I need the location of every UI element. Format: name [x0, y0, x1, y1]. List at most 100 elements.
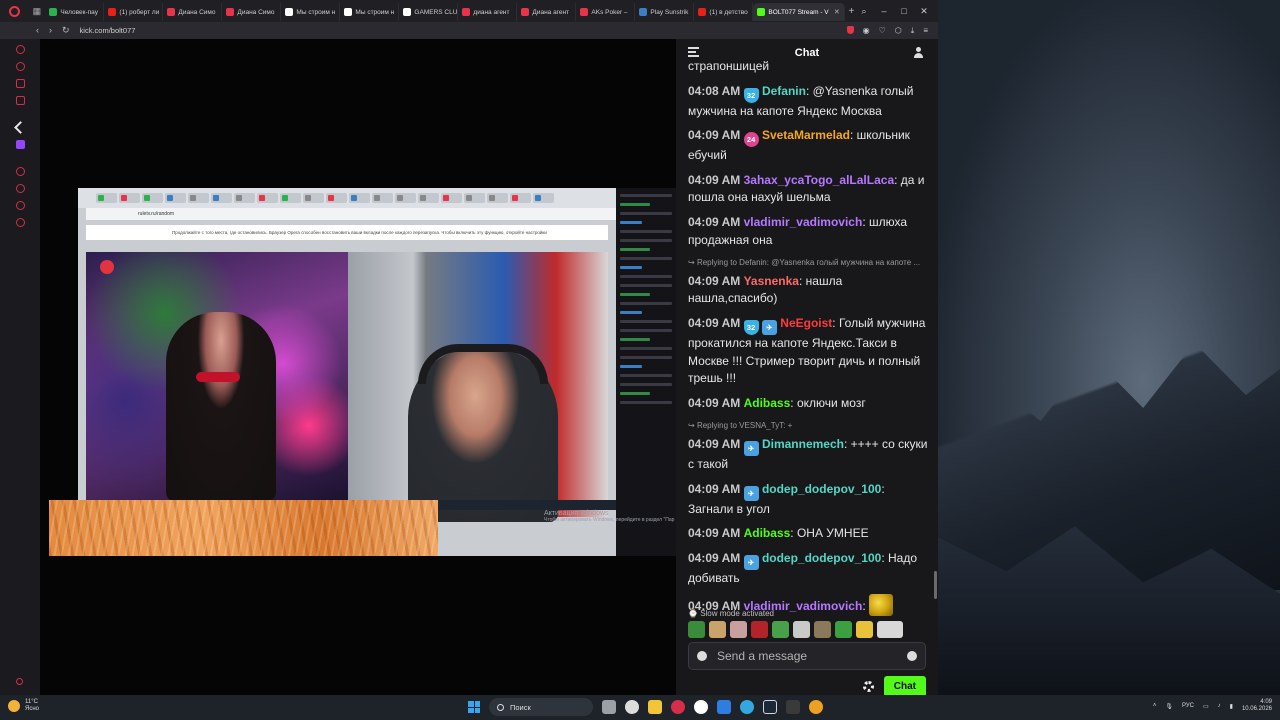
cube-icon[interactable]: ⬡: [895, 26, 902, 36]
battery-icon[interactable]: ▮: [1230, 703, 1233, 710]
og-badge-icon[interactable]: ✈: [761, 319, 777, 335]
send-chat-button[interactable]: Chat: [883, 676, 926, 697]
og-badge-icon[interactable]: ✈: [743, 485, 759, 501]
task-view-icon[interactable]: [602, 700, 616, 714]
message-username[interactable]: NeEgoist: [780, 316, 832, 330]
message-username[interactable]: Yasnenka: [744, 274, 799, 288]
message-username[interactable]: dodep_dodepov_100: [762, 551, 881, 565]
pinboard-icon[interactable]: [15, 201, 25, 210]
reply-context[interactable]: ↪ Replying to Defanin: @Yasnenka голый м…: [688, 254, 928, 272]
subscriber-badge-icon[interactable]: 32: [743, 319, 759, 335]
windows-start-icon[interactable]: [468, 701, 480, 713]
weather-widget[interactable]: 11°C Ясно: [8, 699, 39, 713]
easy-setup-icon[interactable]: ≡: [923, 26, 928, 36]
quick-emote-icon[interactable]: [730, 621, 747, 638]
tray-chevron-icon[interactable]: ˄: [1153, 703, 1157, 709]
tab[interactable]: AKs Poker –: [576, 3, 636, 21]
tab[interactable]: диана агент: [458, 3, 518, 21]
opera-menu-button[interactable]: [0, 0, 28, 22]
og-badge-icon[interactable]: ✈: [743, 440, 759, 456]
tab[interactable]: (1) роберт ли: [104, 3, 164, 21]
message-username[interactable]: SvetaMarmelad: [762, 128, 850, 142]
quick-emote-icon[interactable]: [835, 621, 852, 638]
message-username[interactable]: 3ahax_ycaTogo_alLalLaca: [744, 173, 895, 187]
reply-context[interactable]: ↪ Replying to VESNA_TyT: +: [688, 417, 928, 435]
network-icon[interactable]: ▭: [1203, 703, 1209, 710]
reload-icon[interactable]: ↻: [62, 25, 70, 36]
language-indicator[interactable]: РУС: [1182, 703, 1194, 709]
adblock-shield-icon[interactable]: [846, 25, 854, 34]
volume-icon[interactable]: ♪: [1218, 703, 1221, 709]
chat-input[interactable]: [717, 649, 907, 663]
users-icon[interactable]: [914, 47, 926, 58]
settings-icon[interactable]: [15, 218, 25, 227]
new-tab-button[interactable]: +: [845, 6, 858, 17]
aria-icon[interactable]: [15, 45, 25, 54]
todo-icon[interactable]: [717, 700, 731, 714]
camera-icon[interactable]: ◉: [863, 26, 870, 36]
bookmarks-icon[interactable]: [15, 184, 25, 193]
emoji-icon[interactable]: [907, 651, 917, 661]
back-icon[interactable]: ‹: [36, 25, 39, 36]
collapse-chat-icon[interactable]: [688, 47, 699, 57]
quick-emote-icon[interactable]: [751, 621, 768, 638]
mic-icon[interactable]: 🎙: [1165, 703, 1173, 710]
tab[interactable]: Play Sunstrik: [635, 3, 695, 21]
vk-icon[interactable]: [15, 96, 25, 105]
chat-identity-icon[interactable]: [697, 651, 707, 661]
xbox-icon[interactable]: [625, 700, 639, 714]
quick-emote-icon[interactable]: [793, 621, 810, 638]
quick-emote-icon[interactable]: [814, 621, 831, 638]
message-username[interactable]: Adibass: [744, 526, 791, 540]
explorer-icon[interactable]: [648, 700, 662, 714]
heart-icon[interactable]: ♡: [879, 26, 886, 36]
message-username[interactable]: Dimannemech: [762, 437, 844, 451]
search-tabs-icon[interactable]: ⌕: [858, 6, 870, 17]
opera-taskbar-icon[interactable]: [671, 700, 685, 714]
steam-icon[interactable]: [763, 700, 777, 714]
close-window-button[interactable]: ✕: [918, 6, 930, 17]
download-icon[interactable]: ⤓: [911, 26, 915, 36]
subscriber-badge-icon[interactable]: 24: [743, 132, 759, 148]
tab-grid-icon[interactable]: ▦: [28, 0, 45, 22]
tab-active[interactable]: BOLT077 Stream - V ✕: [753, 3, 845, 21]
tab[interactable]: Мы строим н: [281, 3, 341, 21]
tab[interactable]: Диана Симо: [163, 3, 223, 21]
chrome-icon[interactable]: [809, 700, 823, 714]
message-username[interactable]: dodep_dodepov_100: [762, 482, 881, 496]
tab[interactable]: (1) в детство: [694, 3, 754, 21]
tab[interactable]: GAMERS CLU: [399, 3, 459, 21]
message-username[interactable]: Defanin: [762, 84, 806, 98]
close-tab-icon[interactable]: ✕: [834, 8, 840, 16]
tab[interactable]: Человек-пау: [45, 3, 105, 21]
quick-emote-icon[interactable]: [709, 621, 726, 638]
gear-icon[interactable]: [862, 681, 874, 692]
quick-emote-icon[interactable]: [772, 621, 789, 638]
quick-emote-icon[interactable]: [688, 621, 705, 638]
quick-emote-icon[interactable]: [856, 621, 873, 638]
yandex-icon[interactable]: [694, 700, 708, 714]
messenger-icon[interactable]: [15, 79, 25, 88]
taskbar-clock[interactable]: 4:09 10.06.2026: [1242, 699, 1272, 713]
message-username[interactable]: Adibass: [744, 396, 791, 410]
chat-emote-icon[interactable]: [868, 594, 893, 617]
subscriber-badge-icon[interactable]: 32: [743, 87, 759, 103]
forward-icon[interactable]: ›: [49, 25, 52, 36]
taskbar-search[interactable]: Поиск: [489, 698, 593, 716]
telegram-icon[interactable]: [740, 700, 754, 714]
obs-icon[interactable]: [786, 700, 800, 714]
scrollbar[interactable]: [934, 571, 937, 599]
maximize-button[interactable]: □: [898, 6, 910, 17]
kick-sidebar-icon[interactable]: [13, 121, 27, 134]
more-icon[interactable]: [16, 678, 23, 685]
quick-emote-icon[interactable]: [877, 621, 903, 638]
ai-icon[interactable]: [15, 62, 25, 71]
tab[interactable]: Диана агент: [517, 3, 577, 21]
minimize-button[interactable]: –: [878, 6, 890, 17]
tab[interactable]: Мы строим н: [340, 3, 400, 21]
og-badge-icon[interactable]: ✈: [743, 554, 759, 570]
url-field[interactable]: kick.com/bolt077: [80, 26, 136, 35]
twitch-icon[interactable]: [15, 140, 25, 149]
tab[interactable]: Диана Симо: [222, 3, 282, 21]
message-username[interactable]: vladimir_vadimovich: [744, 215, 863, 229]
